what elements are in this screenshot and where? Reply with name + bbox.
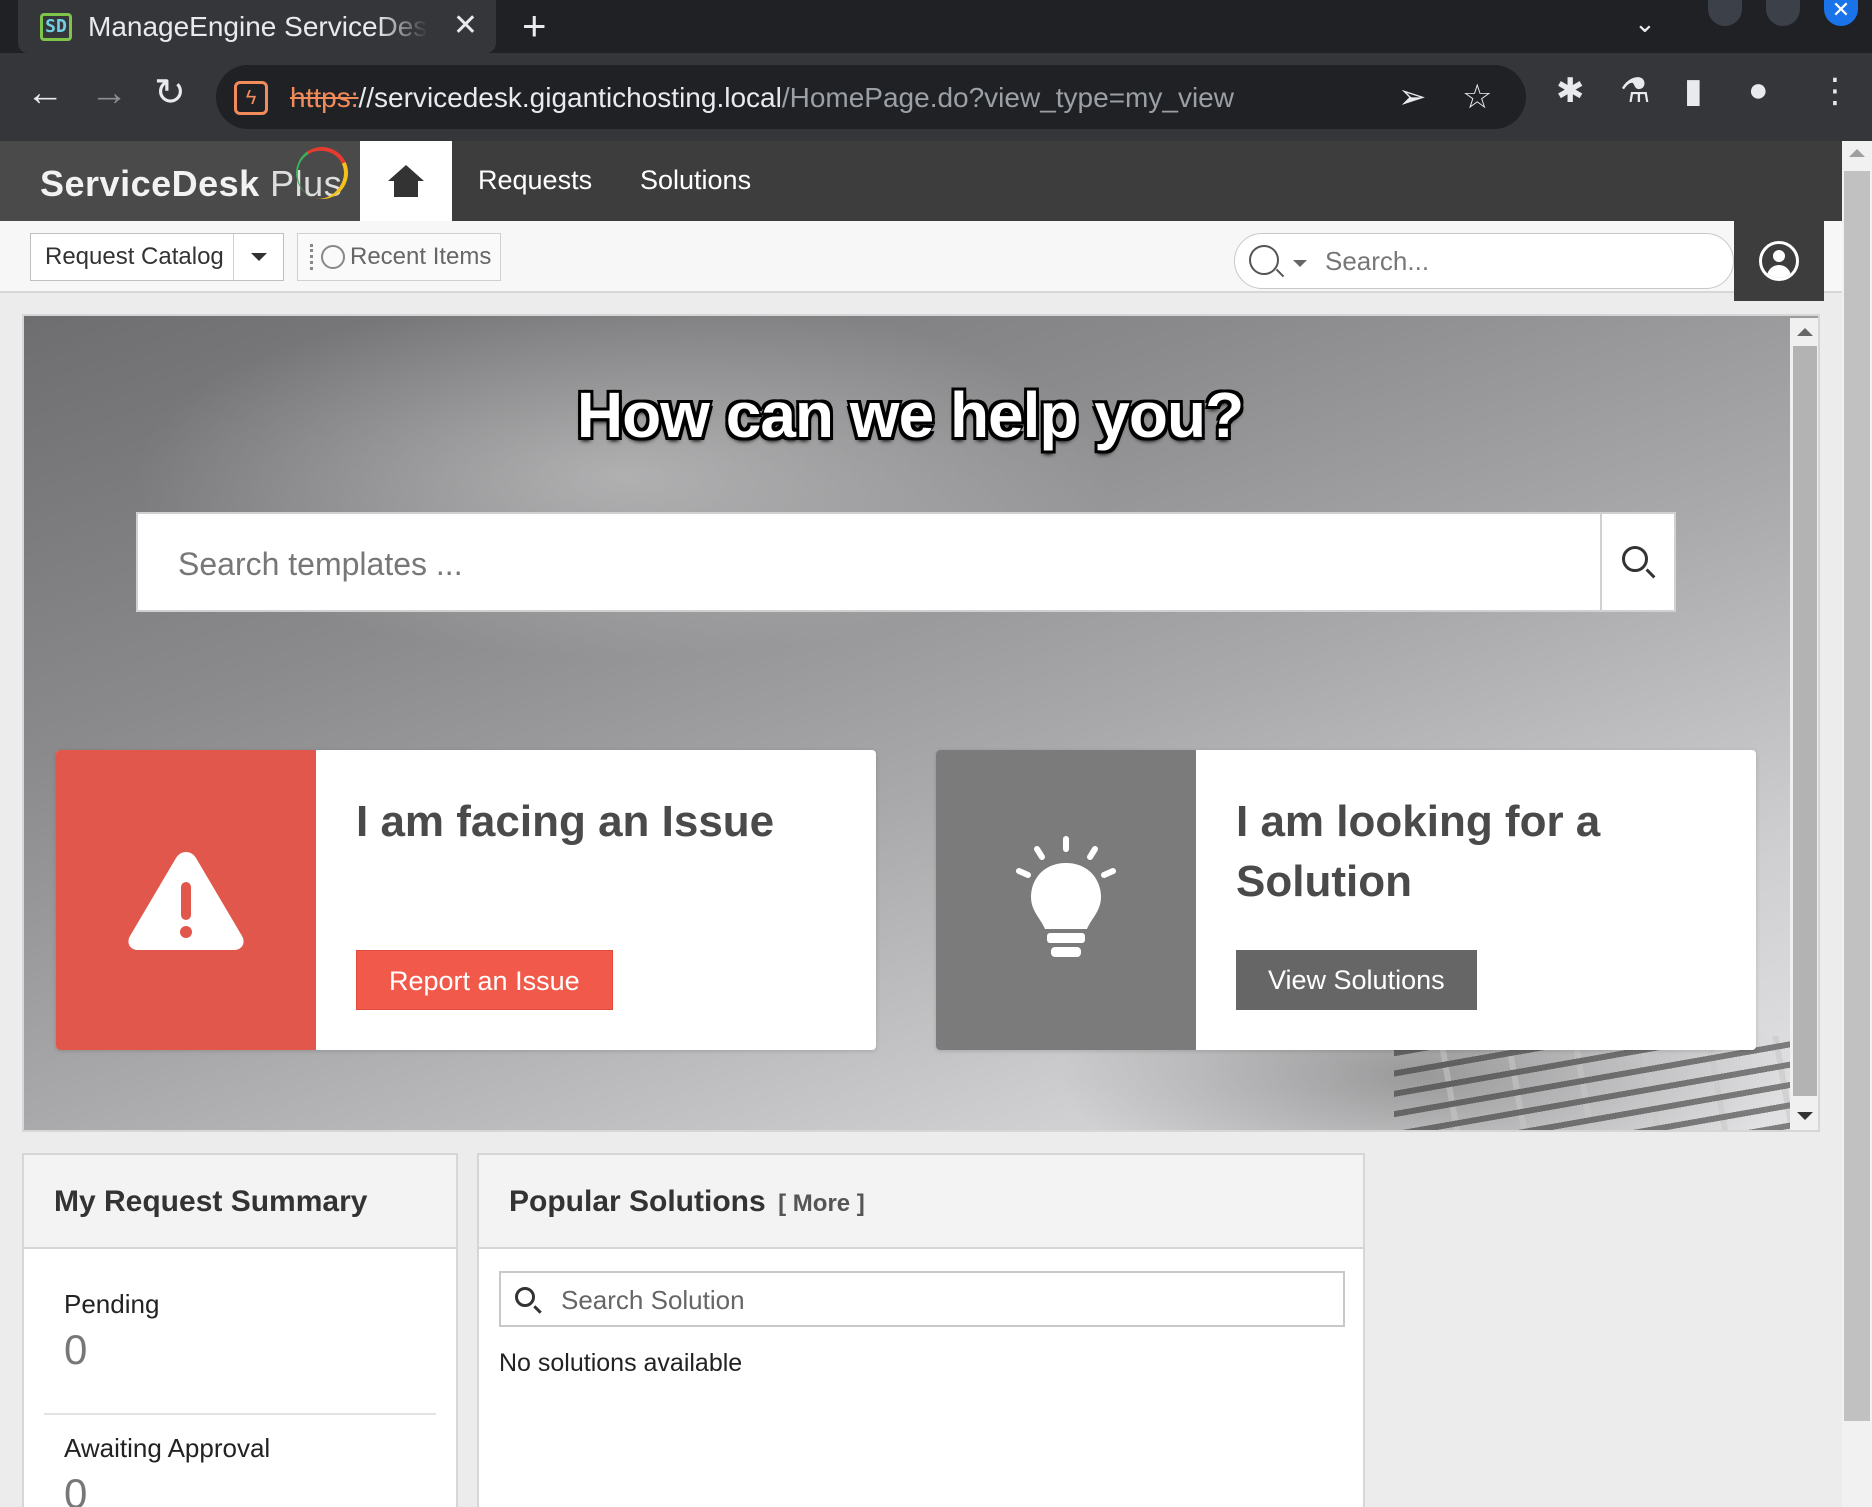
help-hero: How can we help you? I am facing an Issu…	[22, 314, 1820, 1132]
warning-icon	[128, 852, 244, 950]
hero-scrollbar-thumb[interactable]	[1793, 346, 1817, 1096]
reload-icon[interactable]: ↻	[154, 73, 186, 113]
request-catalog-label: Request Catalog	[45, 243, 224, 270]
view-solutions-button[interactable]: View Solutions	[1236, 950, 1477, 1010]
address-bar[interactable]: ϟ https://servicedesk.gigantichosting.lo…	[216, 65, 1526, 129]
scroll-down-icon[interactable]	[1797, 1112, 1813, 1120]
search-icon[interactable]	[1249, 245, 1279, 275]
browser-toolbar: ← → ↻ ϟ https://servicedesk.gigantichost…	[0, 53, 1872, 141]
hero-title: How can we help you?	[576, 379, 1244, 451]
solution-card-icon-panel	[936, 750, 1196, 1050]
solution-card-title: I am looking for a Solution	[1236, 797, 1601, 906]
summary-label: Pending	[64, 1289, 160, 1319]
template-search-input[interactable]	[178, 542, 1558, 586]
global-search-input[interactable]	[1325, 244, 1715, 278]
search-icon	[1622, 546, 1648, 572]
nav-requests[interactable]: Requests	[478, 165, 592, 196]
recent-items-label: Recent Items	[350, 243, 492, 270]
request-summary-title: My Request Summary	[54, 1185, 368, 1218]
hero-scrollbar[interactable]	[1790, 318, 1818, 1130]
browser-tab-bar: SD ManageEngine ServiceDesk Plus ✕ + ⌄ ✕	[0, 0, 1872, 53]
issue-card-icon-panel	[56, 750, 316, 1050]
solution-card: I am looking for a Solution View Solutio…	[936, 750, 1756, 1050]
not-secure-icon[interactable]: ϟ	[234, 81, 268, 115]
window-button-maximize[interactable]	[1766, 0, 1800, 26]
more-solutions-link[interactable]: [ More ]	[778, 1190, 865, 1217]
issue-card-title: I am facing an Issue	[356, 797, 775, 846]
close-tab-icon[interactable]: ✕	[453, 8, 478, 43]
url-text[interactable]: https://servicedesk.gigantichosting.loca…	[290, 82, 1234, 114]
summary-divider	[44, 1413, 436, 1415]
new-tab-icon[interactable]: +	[522, 2, 547, 50]
catalog-caret-icon[interactable]	[233, 234, 283, 280]
no-solutions-text: No solutions available	[499, 1349, 743, 1377]
issue-card: I am facing an Issue Report an Issue	[56, 750, 876, 1050]
tab-search-chevron-icon[interactable]: ⌄	[1634, 8, 1656, 39]
search-icon	[515, 1287, 535, 1307]
side-panel-icon[interactable]: ▮	[1684, 71, 1703, 111]
summary-value: 0	[64, 1470, 88, 1507]
bookmark-star-icon[interactable]: ☆	[1462, 77, 1492, 117]
scroll-up-icon[interactable]	[1797, 328, 1813, 336]
popular-solutions-title: Popular Solutions	[509, 1185, 766, 1218]
solution-search-input[interactable]	[561, 1283, 1321, 1317]
scroll-up-icon[interactable]	[1849, 149, 1865, 157]
home-tab[interactable]	[360, 141, 452, 221]
browser-menu-icon[interactable]: ⋮	[1818, 71, 1852, 111]
search-scope-caret-icon[interactable]	[1293, 260, 1307, 267]
history-icon	[310, 244, 345, 270]
report-issue-button[interactable]: Report an Issue	[356, 950, 613, 1010]
window-close-icon[interactable]: ✕	[1824, 0, 1858, 26]
summary-value: 0	[64, 1326, 88, 1373]
template-search	[136, 512, 1676, 612]
user-avatar-icon	[1759, 241, 1799, 281]
send-to-device-icon[interactable]: ➢	[1398, 77, 1427, 117]
profile-icon[interactable]: ●	[1748, 71, 1769, 110]
template-search-button[interactable]	[1600, 514, 1674, 610]
browser-tab[interactable]: SD ManageEngine ServiceDesk Plus ✕	[18, 0, 496, 53]
global-search[interactable]	[1234, 233, 1734, 289]
user-menu-button[interactable]	[1734, 221, 1824, 301]
labs-flask-icon[interactable]: ⚗	[1620, 71, 1650, 111]
keyboard-background	[1394, 1036, 1814, 1130]
servicedesk-logo[interactable]: ServiceDesk Plus	[0, 139, 360, 221]
solution-search	[499, 1271, 1345, 1327]
logo-main-text: ServiceDesk	[40, 163, 260, 204]
servicedesk-favicon-icon: SD	[40, 12, 72, 41]
nav-solutions[interactable]: Solutions	[640, 165, 751, 196]
extensions-puzzle-icon[interactable]: ✱	[1556, 71, 1585, 111]
popular-solutions-widget: Popular Solutions [ More ] No solutions …	[477, 1153, 1365, 1507]
page-scrollbar-thumb[interactable]	[1844, 171, 1870, 1421]
request-summary-widget: My Request Summary Pending 0 Awaiting Ap…	[22, 1153, 458, 1507]
page-scrollbar[interactable]	[1842, 141, 1872, 1507]
summary-item-pending[interactable]: Pending 0	[44, 1289, 436, 1374]
back-icon[interactable]: ←	[26, 73, 64, 113]
home-icon	[388, 165, 424, 197]
summary-item-awaiting-approval[interactable]: Awaiting Approval 0	[44, 1433, 436, 1507]
lightbulb-icon	[1016, 836, 1116, 957]
window-button-minimize[interactable]	[1708, 0, 1742, 26]
app-header: ServiceDesk Plus Requests Solutions	[0, 139, 1842, 221]
tab-title: ManageEngine ServiceDesk Plus	[88, 10, 428, 42]
forward-icon[interactable]: →	[90, 73, 128, 113]
summary-label: Awaiting Approval	[64, 1433, 271, 1463]
sub-toolbar: Request Catalog Recent Items	[0, 221, 1842, 301]
request-catalog-dropdown[interactable]: Request Catalog	[30, 233, 284, 281]
recent-items-button[interactable]: Recent Items	[297, 233, 501, 281]
